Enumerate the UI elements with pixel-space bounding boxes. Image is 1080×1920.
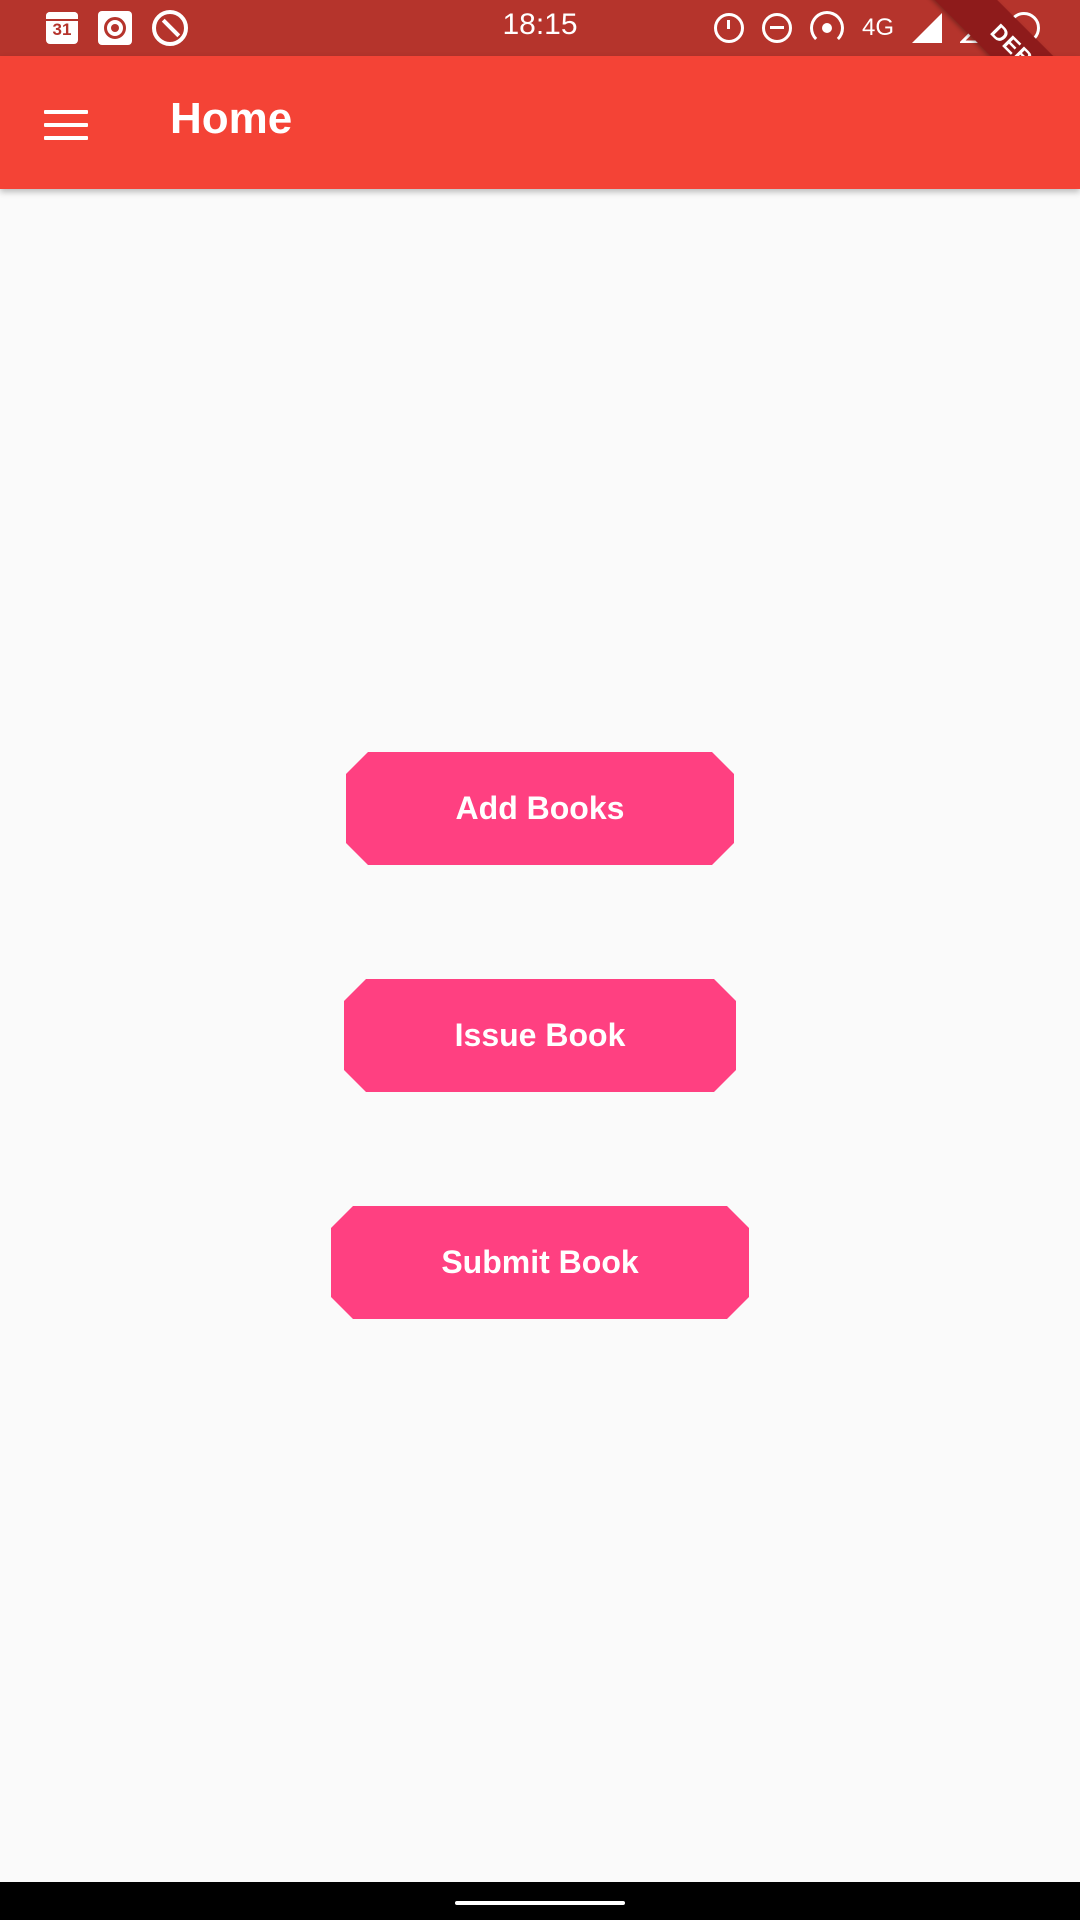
submit-book-button[interactable]: Submit Book: [331, 1206, 749, 1319]
network-type: 4G: [861, 14, 894, 41]
hotspot-icon: [809, 11, 844, 45]
add-books-button[interactable]: Add Books: [346, 752, 734, 865]
issue-book-button[interactable]: Issue Book: [344, 979, 736, 1092]
app-bar: Home: [0, 56, 1080, 189]
alarm-icon: [713, 13, 744, 43]
navigation-bar: [0, 1882, 1080, 1920]
hamburger-menu-icon: [44, 110, 88, 140]
home-indicator[interactable]: [455, 1901, 625, 1905]
signal-icon: [912, 13, 942, 43]
page-title: Home: [170, 94, 293, 143]
menu-button[interactable]: [30, 86, 102, 158]
status-bar: 31 18:15 4G: [0, 0, 1080, 56]
do-not-disturb-icon: [761, 13, 792, 43]
